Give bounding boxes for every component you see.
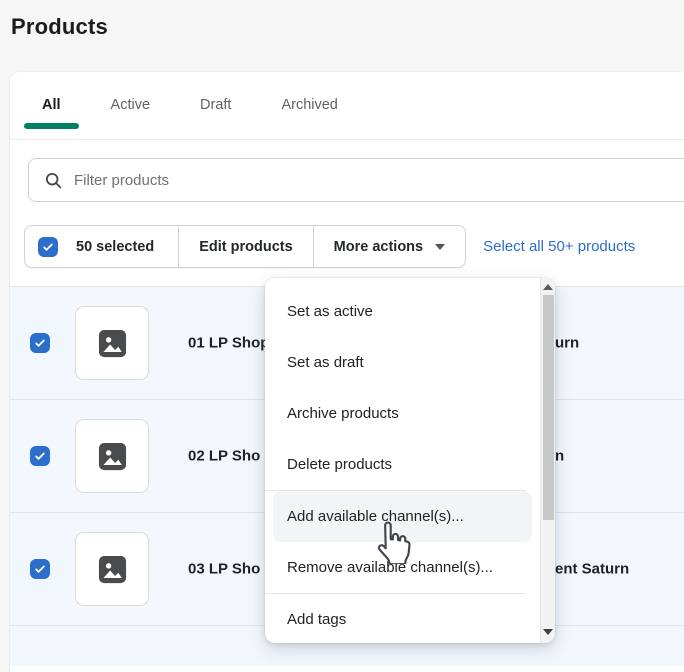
page-title: Products (11, 14, 108, 40)
checkmark-icon (33, 449, 47, 463)
row-checkbox[interactable] (30, 446, 50, 466)
filter-products-field[interactable] (28, 158, 684, 202)
row-checkbox[interactable] (30, 333, 50, 353)
product-thumbnail (75, 306, 149, 380)
selected-count-label: 50 selected (76, 239, 154, 255)
bulk-actions-bar: 50 selected Edit products More actions S… (10, 202, 684, 268)
tab-bar: All Active Draft Archived (10, 72, 684, 140)
caret-down-icon (435, 244, 445, 250)
product-title-tail: urn (555, 335, 579, 352)
scroll-down-icon[interactable] (543, 629, 553, 635)
image-placeholder-icon (97, 441, 128, 472)
edit-products-button[interactable]: Edit products (179, 226, 313, 267)
image-placeholder-icon (97, 554, 128, 585)
product-thumbnail (75, 419, 149, 493)
product-title[interactable]: 03 LP Sho (188, 561, 260, 578)
more-actions-label: More actions (334, 239, 423, 255)
product-title[interactable]: 02 LP Sho (188, 448, 260, 465)
menu-list: Set as active Set as draft Archive produ… (265, 278, 555, 643)
tab-label: Draft (200, 97, 231, 113)
scroll-up-icon[interactable] (543, 284, 553, 290)
product-title[interactable]: 01 LP Shop (188, 335, 269, 352)
more-actions-menu: Set as active Set as draft Archive produ… (265, 278, 555, 643)
product-thumbnail (75, 532, 149, 606)
bulk-button-group: 50 selected Edit products More actions (24, 225, 466, 268)
checkmark-icon (33, 336, 47, 350)
product-title-tail: n (555, 448, 564, 465)
tab-draft[interactable]: Draft (180, 76, 251, 133)
menu-item-set-as-draft[interactable]: Set as draft (273, 337, 532, 388)
filter-row (10, 140, 684, 202)
select-all-checkbox[interactable] (38, 237, 58, 257)
product-title-tail: ent Saturn (555, 561, 629, 578)
tab-active[interactable]: Active (91, 76, 171, 133)
more-actions-button[interactable]: More actions (314, 226, 465, 267)
search-icon (44, 171, 63, 190)
tab-archived[interactable]: Archived (261, 76, 357, 133)
menu-scrollbar[interactable] (540, 278, 555, 643)
scrollbar-thumb[interactable] (543, 295, 554, 520)
image-placeholder-icon (97, 328, 128, 359)
menu-item-delete-products[interactable]: Delete products (273, 439, 532, 490)
tab-label: All (42, 97, 61, 113)
tab-label: Archived (281, 97, 337, 113)
filter-products-input[interactable] (74, 172, 684, 189)
checkmark-icon (33, 562, 47, 576)
menu-item-remove-available-channels[interactable]: Remove available channel(s)... (273, 542, 532, 593)
menu-item-archive-products[interactable]: Archive products (273, 388, 532, 439)
tab-label: Active (111, 97, 151, 113)
tab-all[interactable]: All (22, 76, 81, 133)
menu-item-set-as-active[interactable]: Set as active (273, 286, 532, 337)
selected-count-button[interactable]: 50 selected (25, 226, 179, 267)
select-all-link[interactable]: Select all 50+ products (483, 238, 635, 255)
menu-item-add-tags[interactable]: Add tags (273, 594, 532, 643)
row-checkbox[interactable] (30, 559, 50, 579)
menu-item-add-available-channels[interactable]: Add available channel(s)... (273, 491, 532, 542)
checkmark-icon (41, 240, 55, 254)
